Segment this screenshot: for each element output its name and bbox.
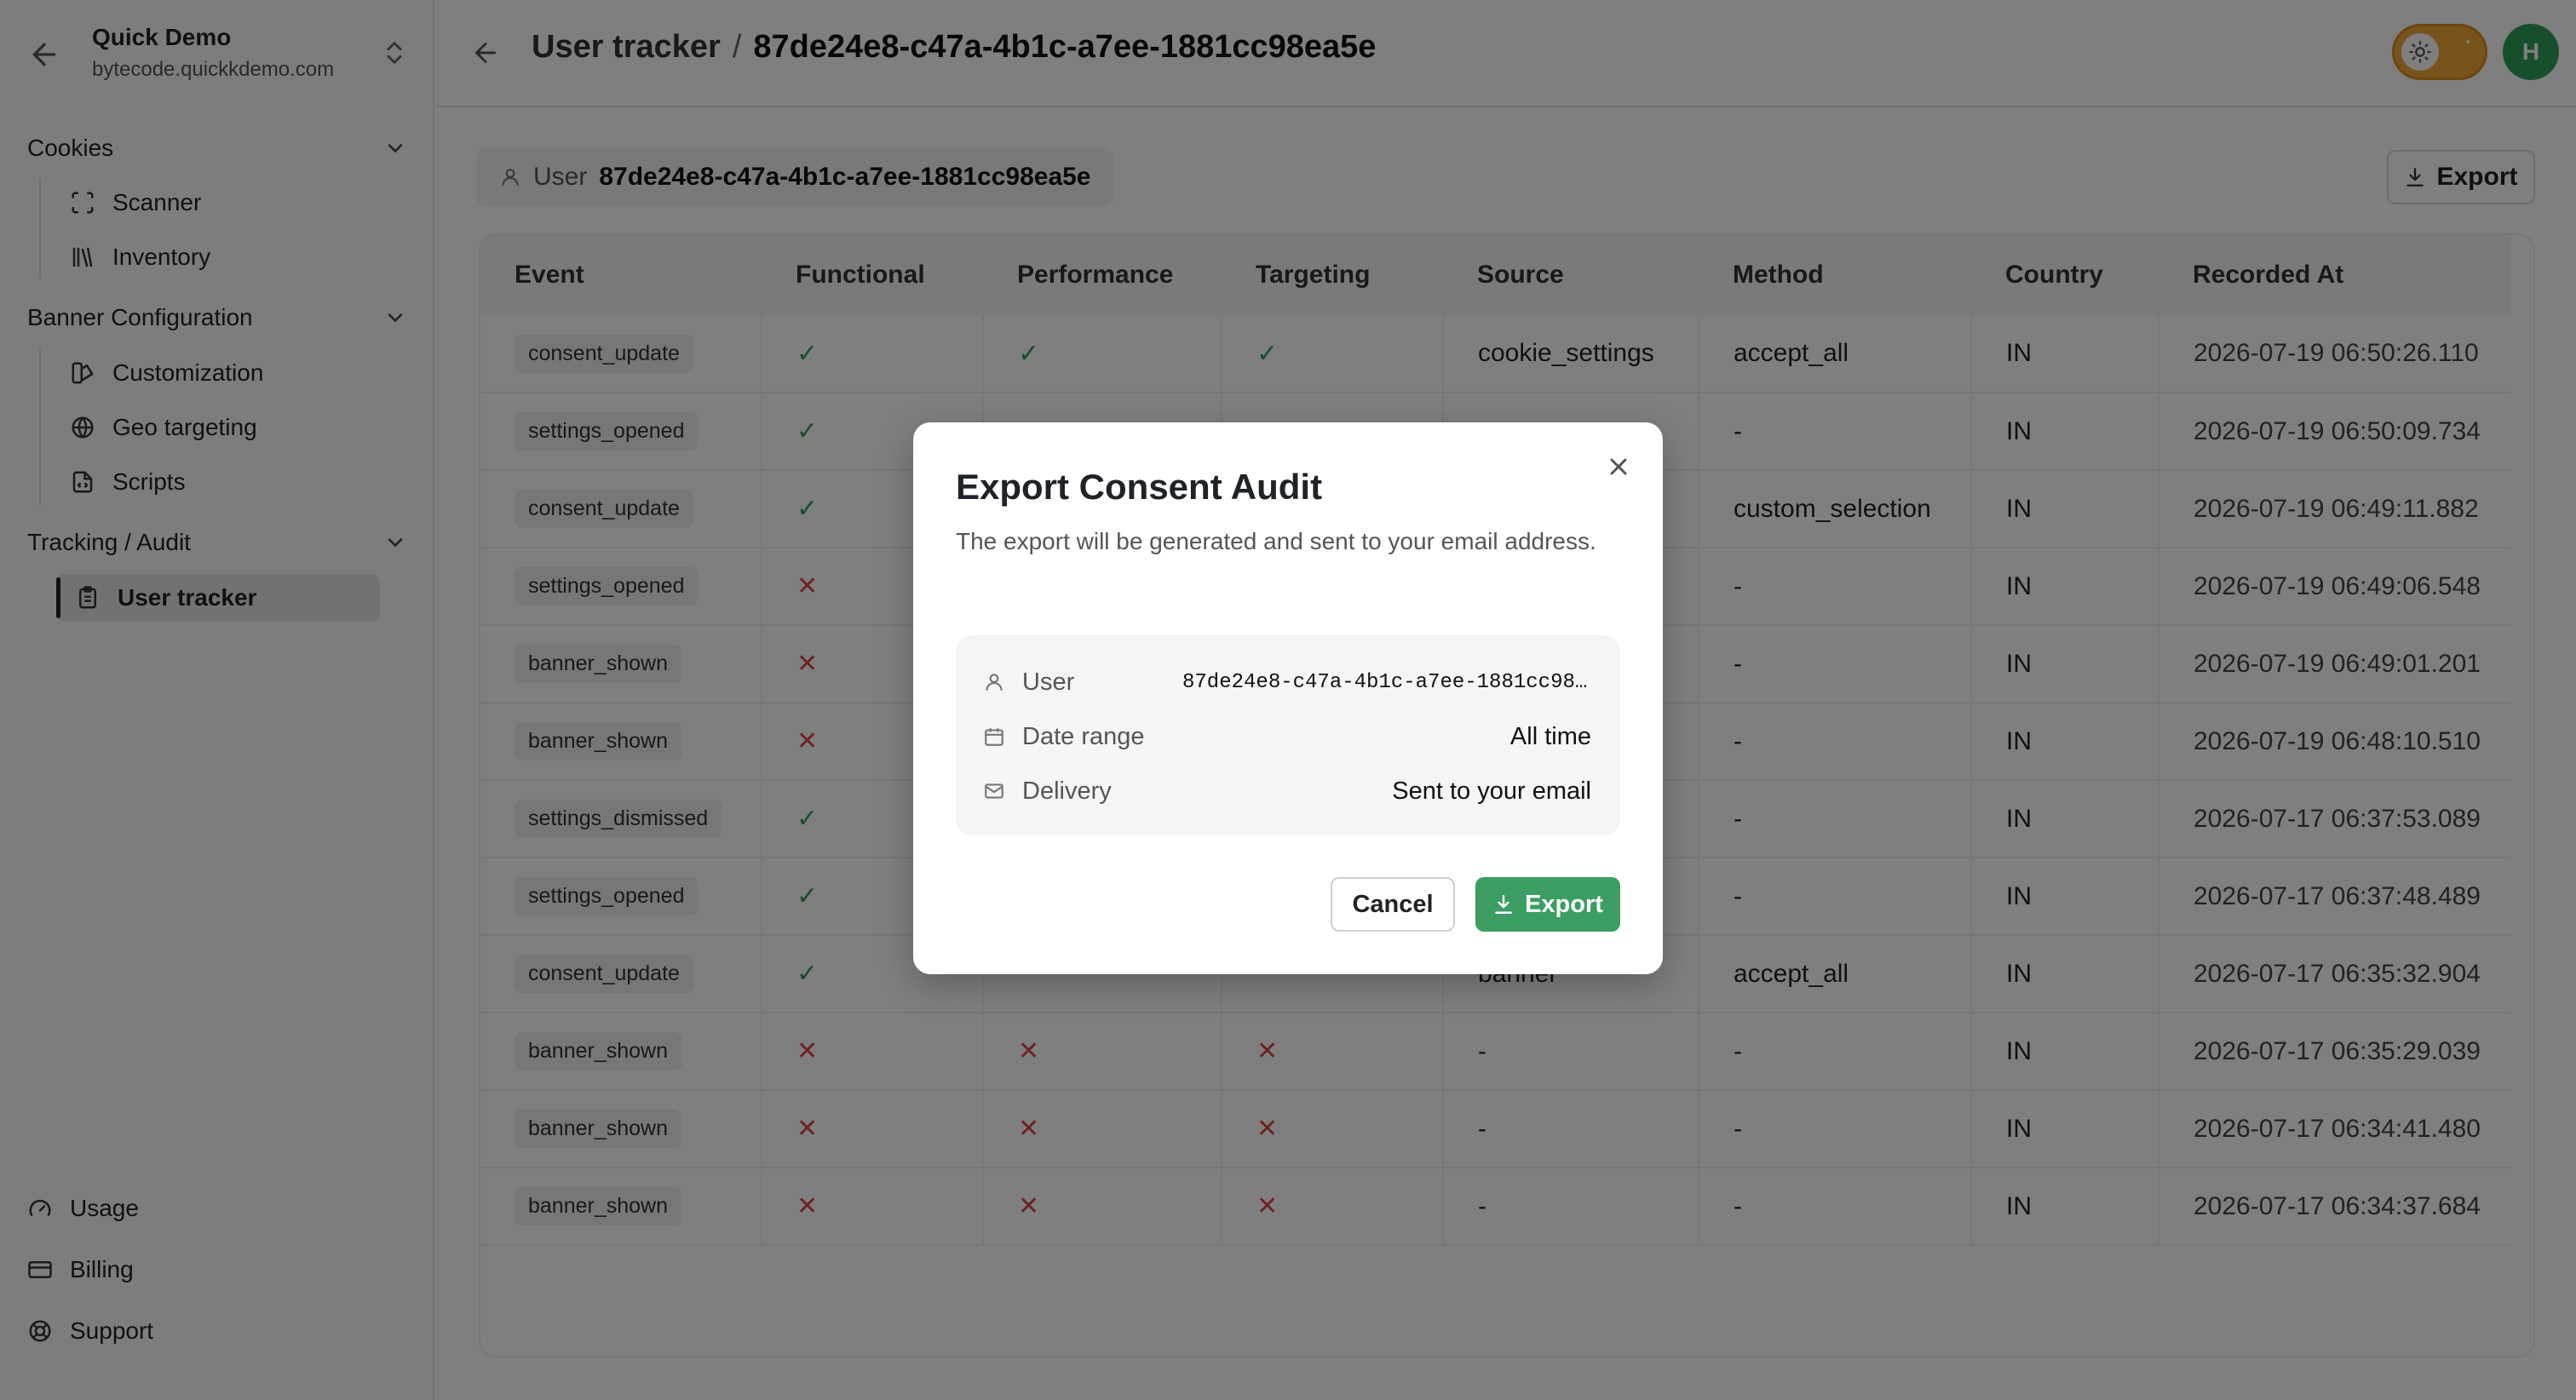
close-icon[interactable] bbox=[1605, 453, 1632, 480]
cancel-button[interactable]: Cancel bbox=[1331, 877, 1455, 932]
summary-value: All time bbox=[1509, 722, 1591, 750]
dialog-title: Export Consent Audit bbox=[956, 467, 1323, 507]
export-summary: User 87de24e8-c47a-4b1c-a7ee-1881cc98ea5… bbox=[956, 635, 1620, 835]
dialog-description: The export will be generated and sent to… bbox=[956, 528, 1596, 554]
summary-label: Delivery bbox=[1022, 777, 1112, 805]
download-icon bbox=[1495, 895, 1512, 914]
user-icon bbox=[986, 674, 1003, 691]
confirm-export-label: Export bbox=[1525, 890, 1603, 918]
calendar-icon bbox=[985, 728, 1003, 746]
summary-row-delivery: Delivery Sent to your email bbox=[983, 772, 1591, 811]
summary-label: Date range bbox=[1022, 722, 1145, 750]
summary-row-date-range: Date range All time bbox=[983, 717, 1591, 756]
mail-icon bbox=[985, 783, 1003, 799]
export-dialog: Export Consent Audit The export will be … bbox=[913, 422, 1663, 974]
summary-label: User bbox=[1022, 668, 1075, 696]
confirm-export-button[interactable]: Export bbox=[1475, 877, 1620, 932]
summary-value: Sent to your email bbox=[1392, 777, 1591, 805]
summary-row-user: User 87de24e8-c47a-4b1c-a7ee-1881cc98ea5… bbox=[983, 663, 1591, 702]
summary-value: 87de24e8-c47a-4b1c-a7ee-1881cc98ea5e bbox=[1182, 670, 1591, 694]
